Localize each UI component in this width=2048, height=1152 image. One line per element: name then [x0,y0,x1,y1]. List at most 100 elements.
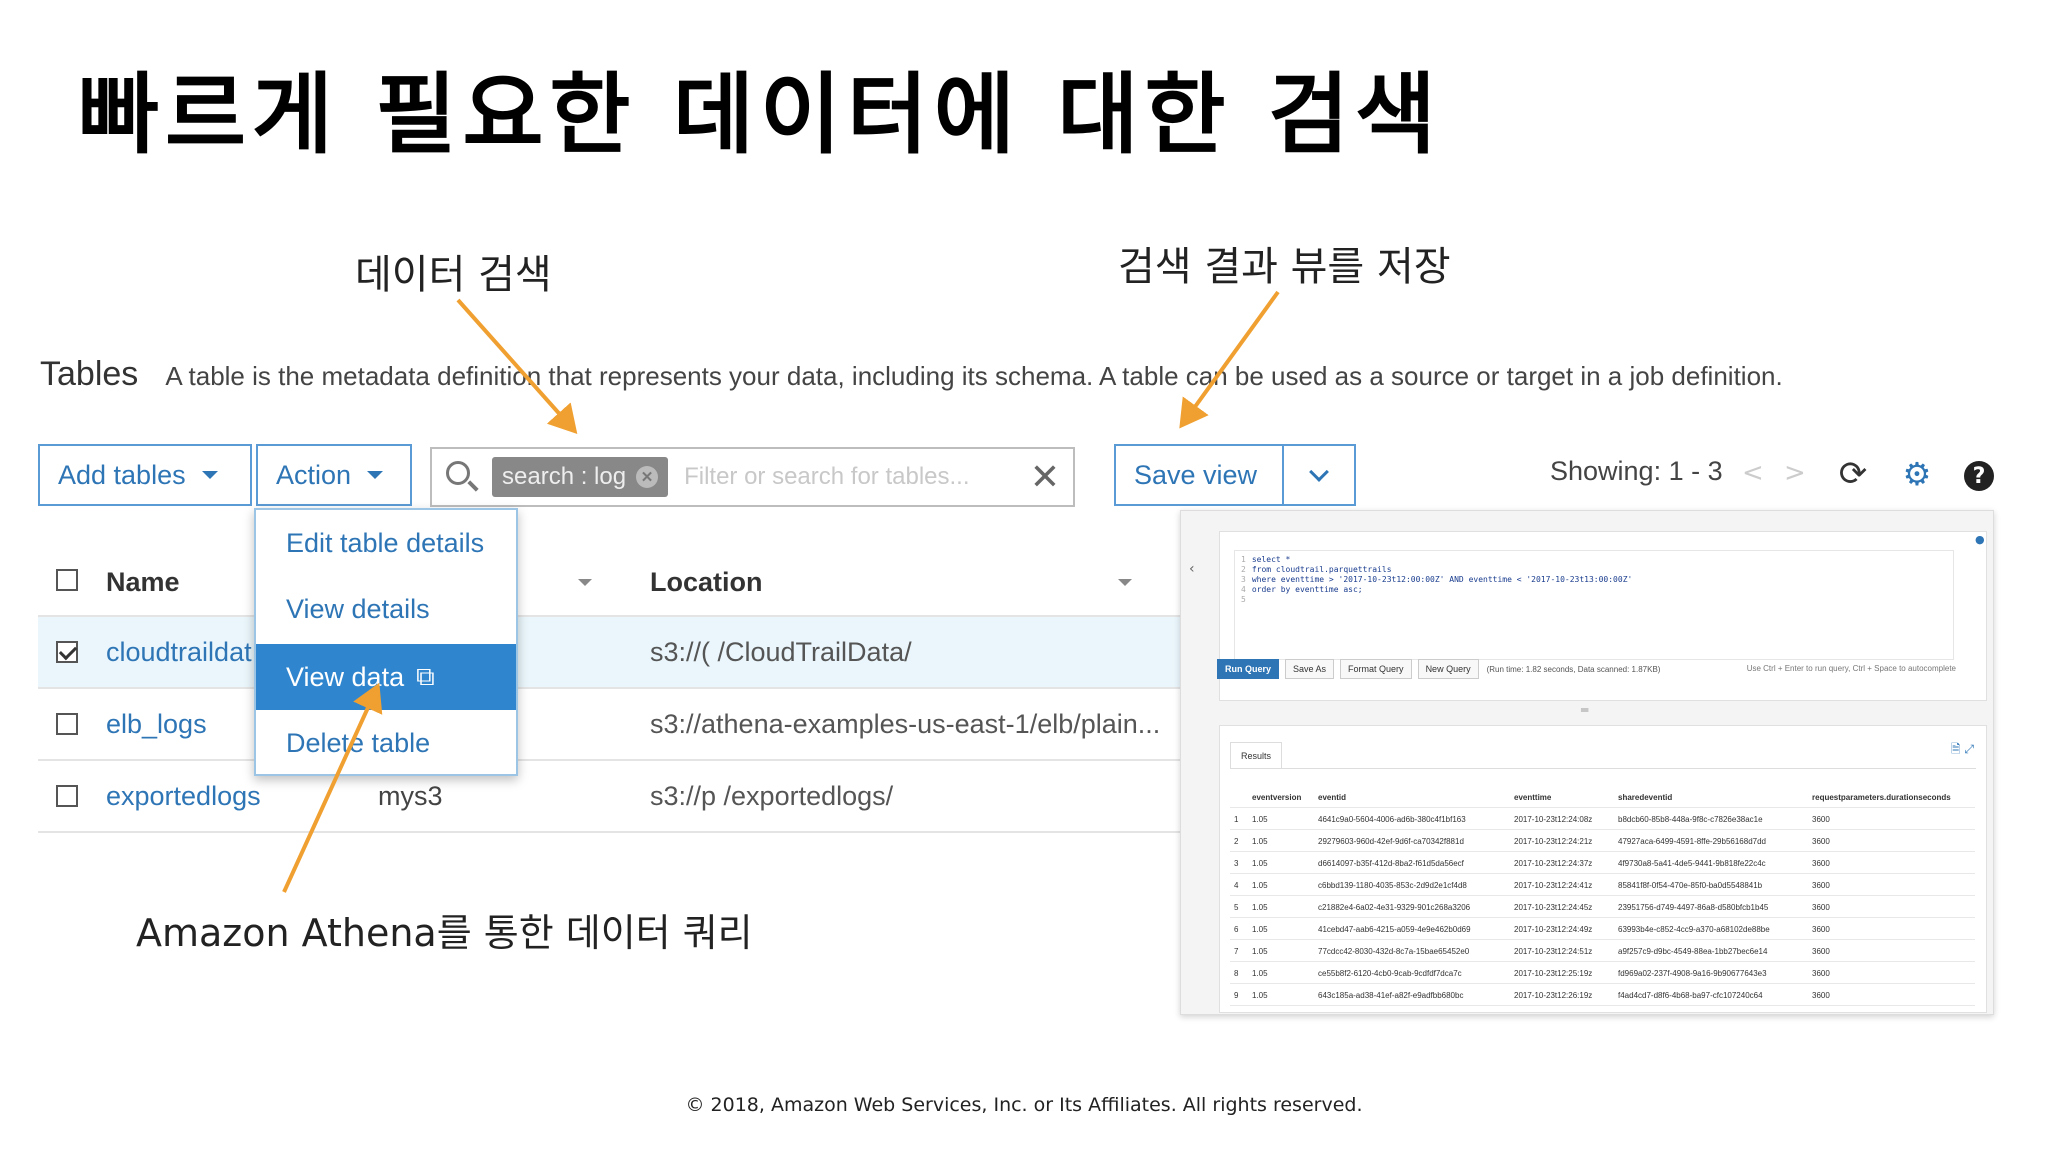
results-cell: ce55b8f2-6120-4cb0-9cab-9cdfdf7dca7c [1318,969,1462,978]
search-token-label: search : log [502,463,627,490]
menu-item-view-details[interactable]: View details [256,576,516,642]
results-cell: fd969a02-237f-4908-9a16-9b90677643e3 [1618,969,1767,978]
save-as-button[interactable]: Save As [1285,659,1335,679]
menu-item-label: Delete table [286,727,431,758]
results-cell: 3600 [1812,837,1830,846]
row-checkbox[interactable] [56,713,78,735]
table-row[interactable]: cloudtraildat s3://( /CloudTrailData/ [38,617,1180,689]
refresh-icon[interactable]: ⟳ [1836,454,1870,494]
collapse-arrow-icon[interactable]: ‹ [1189,561,1195,577]
results-column-header[interactable]: requestparameters.durationseconds [1812,793,1951,802]
add-tables-button[interactable]: Add tables [38,444,252,506]
results-row: 9 1.05 643c185a-ad38-41ef-a82f-e9adfbb680b… [1230,984,1975,1006]
results-cell: 3600 [1812,1013,1830,1014]
results-cell: 0656c3ad-d928-4536-aa0d-f7edae0101f1 [1318,1013,1466,1014]
results-cell: 2 [1234,837,1239,846]
results-row: 10 1.05 0656c3ad-d928-4536-aa0d-f7edae0101… [1230,1006,1975,1014]
clear-search-icon[interactable]: ✕ [1027,457,1063,498]
results-cell: 63993b4e-c852-4cc9-a370-a68102de88be [1618,925,1770,934]
menu-item-label: View details [286,593,430,624]
results-column-header[interactable]: eventid [1318,793,1346,802]
external-link-icon: ⧉ [416,661,435,691]
results-cell: a9f257c9-d9bc-4549-88ea-1bb27bec6e14 [1618,947,1768,956]
results-cell: 1.05 [1252,991,1268,1000]
table-name-link[interactable]: cloudtraildat [106,637,252,668]
tab-divider [1230,768,1976,769]
save-view-button[interactable]: Save view [1114,444,1284,506]
run-query-button[interactable]: Run Query [1217,659,1280,679]
query-line: 1 select * [1241,555,1291,564]
results-cell: 85841f8f-0f54-470e-85f0-ba0d5548841b [1618,881,1763,890]
footer-copyright: © 2018, Amazon Web Services, Inc. or Its… [685,1094,1363,1116]
action-label: Action [276,459,352,490]
results-cell: 3600 [1812,969,1830,978]
results-cell: 7 [1234,947,1239,956]
new-query-button[interactable]: New Query [1417,659,1479,679]
next-page-icon[interactable]: > [1784,458,1806,488]
table-row[interactable]: exportedlogs mys3 s3://p /exportedlogs/ [38,761,1180,833]
gear-icon[interactable]: ⚙ [1900,455,1934,493]
menu-item-edit-table-details[interactable]: Edit table details [256,510,516,576]
search-input[interactable]: Filter or search for tables... [684,463,1027,491]
results-cell: 1.05 [1252,903,1268,912]
expand-icon[interactable]: ⤢ [1964,742,1974,756]
column-name-header[interactable]: Name [106,567,180,598]
row-checkbox[interactable] [56,785,78,807]
callout-data-search: 데이터 검색 [355,252,552,298]
results-cell: 41cebd47-aab6-4215-a059-4e9e462b0d69 [1318,925,1471,934]
results-row: 3 1.05 d6614097-b35f-412d-8ba2-f61d5da56ec… [1230,852,1975,874]
results-cell: 1.05 [1252,947,1268,956]
results-cell: 3600 [1812,881,1830,890]
row-checkbox[interactable] [56,641,78,663]
table-database: mys3 [378,781,443,811]
table-search-box[interactable]: search : log ✕ Filter or search for tabl… [430,447,1075,507]
results-cell: 3600 [1812,903,1830,912]
help-icon[interactable]: ? [1964,461,1994,491]
results-column-header[interactable]: eventtime [1514,793,1551,802]
download-icon[interactable]: 🗎 [1951,742,1961,756]
sort-caret-icon[interactable] [1118,579,1132,586]
format-query-button[interactable]: Format Query [1340,659,1412,679]
results-cell: d6614097-b35f-412d-8ba2-f61d5da56ecf [1318,859,1464,868]
menu-item-delete-table[interactable]: Delete table [256,710,516,776]
results-cell: 47927aca-6499-4591-8ffe-29b56168d7dd [1618,837,1766,846]
menu-item-view-data[interactable]: View data ⧉ [256,644,516,710]
results-cell: 77cdcc42-8030-432d-8c7a-15bae65452e0 [1318,947,1470,956]
tables-header: Tables A table is the metadata definitio… [40,355,1783,394]
action-button[interactable]: Action [256,444,412,506]
results-tab[interactable]: Results [1230,742,1282,768]
results-cell: 2017-10-23t12:25:19z [1514,969,1593,978]
query-editor[interactable]: 1 select * 2 from cloudtrail.parquettrails… [1234,550,1954,660]
results-cell: 4 [1234,881,1239,890]
results-cell: 6 [1234,925,1239,934]
table-name-link[interactable]: exportedlogs [106,781,261,812]
results-column-header[interactable]: sharedeventid [1618,793,1672,802]
query-buttons: Run Query Save As Format Query New Query… [1217,659,1660,679]
results-cell: 1.05 [1252,881,1268,890]
token-remove-icon[interactable]: ✕ [636,466,659,488]
resize-handle[interactable]: ═ [1581,703,1588,717]
add-tables-label: Add tables [58,459,186,490]
tables-title: Tables [40,355,139,393]
search-token[interactable]: search : log ✕ [492,457,669,497]
results-cell: 2017-10-23t12:24:37z [1514,859,1593,868]
results-row: 7 1.05 77cdcc42-8030-432d-8c7a-15bae65452e… [1230,940,1975,962]
prev-page-icon[interactable]: < [1742,458,1764,488]
column-location-header[interactable]: Location [650,567,763,598]
results-cell: 643c185a-ad38-41ef-a82f-e9adfbb680bc [1318,991,1464,1000]
results-cell: 2017-10-23t12:24:45z [1514,903,1593,912]
save-view-dropdown-button[interactable] [1282,444,1356,506]
select-all-checkbox[interactable] [56,569,78,591]
table-name-link[interactable]: elb_logs [106,709,207,740]
results-cell: 1.05 [1252,859,1268,868]
sort-caret-icon[interactable] [578,579,592,586]
results-cell: 8 [1234,969,1239,978]
results-cell: b8dcb60-85b8-448a-9f8c-c7826e38ac1e [1618,815,1763,824]
results-row: 5 1.05 c21882e4-6a02-4e31-9329-901c268a320… [1230,896,1975,918]
info-icon[interactable]: ● [1975,533,1985,546]
table-row[interactable]: elb_logs s3://athena-examples-us-east-1/… [38,689,1180,761]
results-cell: 3 [1234,859,1239,868]
results-cell: 2017-10-23t12:26:19z [1514,991,1593,1000]
results-column-header[interactable]: eventversion [1252,793,1301,802]
results-row: 2 1.05 29279603-960d-42ef-9d6f-ca70342f881… [1230,830,1975,852]
